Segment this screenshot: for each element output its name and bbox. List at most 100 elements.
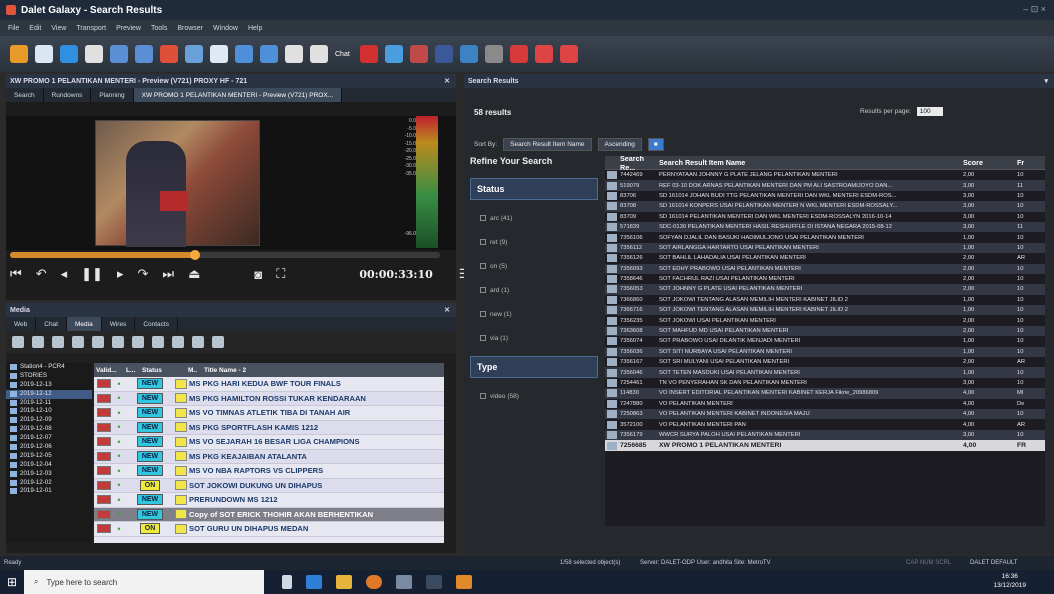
result-row[interactable]: 83706 SD 161014 JOHAN BUDI TTG PELANTIKAN… [605, 191, 1045, 201]
menu-item-file[interactable]: File [8, 25, 19, 32]
preview-tab[interactable]: Search [6, 88, 44, 102]
result-row[interactable]: 7356126 SOT BAHLIL LAHADALIA USAI PELANTI… [605, 253, 1045, 263]
detail-view-icon[interactable] [32, 336, 44, 348]
toolbar-button-icon[interactable] [160, 45, 178, 63]
tree-item[interactable]: 2019-12-02 [6, 479, 92, 488]
toolbar-button-icon[interactable] [135, 45, 153, 63]
media-grid-row[interactable]: • ON SOT JOKOWI DUKUNG UN DIHAPUS [94, 478, 444, 493]
media-grid-column-header[interactable]: L... [124, 367, 140, 374]
media-tab-wires[interactable]: Wires [102, 317, 136, 331]
menu-item-browser[interactable]: Browser [177, 25, 203, 32]
dropdown-icon[interactable]: ▾ [1044, 77, 1048, 85]
toolbar-button-icon[interactable] [285, 45, 303, 63]
result-row[interactable]: 83709 SD 161014 PELANTIKAN MENTERI DAN WK… [605, 212, 1045, 222]
facet-option[interactable]: ret (9) [470, 230, 598, 254]
tree-item[interactable]: Station4 - PCR4 [6, 363, 92, 372]
toolbar-button-icon[interactable] [434, 45, 453, 63]
dalet-taskbar-icon[interactable] [456, 575, 472, 589]
result-row[interactable]: 7247880 VO PELANTIKAN MENTERI 4,00 De [605, 399, 1045, 409]
system-clock[interactable]: 16:36 13/12/2019 [993, 572, 1026, 590]
record-icon[interactable] [112, 336, 124, 348]
menu-item-transport[interactable]: Transport [76, 25, 106, 32]
facet-option[interactable]: new (1) [470, 302, 598, 326]
checkbox-icon[interactable] [480, 311, 486, 317]
tree-item[interactable]: 2019-12-06 [6, 443, 92, 452]
result-row[interactable]: 7356235 SOT JOKOWI USAI PELANTIKAN MENTER… [605, 315, 1045, 325]
menu-item-window[interactable]: Window [213, 25, 238, 32]
checkbox-icon[interactable] [480, 263, 486, 269]
menu-item-preview[interactable]: Preview [116, 25, 141, 32]
tree-item[interactable]: 2019-12-12 [6, 389, 92, 399]
search-results-tab[interactable]: Search Results ▾ [464, 74, 1054, 88]
result-row[interactable]: 114830 VO INSERT EDITORIAL PELANTIKAN MEN… [605, 388, 1045, 399]
go-to-start-icon[interactable]: ⏮ [10, 266, 22, 282]
facet-option[interactable]: via (1) [470, 326, 598, 350]
toolbar-button-icon[interactable] [459, 45, 478, 63]
preview-tab[interactable]: XW PROMO 1 PELANTIKAN MENTERI - Preview … [133, 88, 343, 102]
facet-option[interactable]: ard (1) [470, 278, 598, 302]
results-column-header[interactable]: Fr [1015, 158, 1041, 167]
result-row[interactable]: 7366860 SOT JOKOWI TENTANG ALASAN MEMILIH… [605, 295, 1045, 305]
tree-item[interactable]: 2019-12-07 [6, 434, 92, 443]
toolbar-button-icon[interactable] [384, 45, 403, 63]
toolbar-button-icon[interactable] [110, 45, 128, 63]
tree-item[interactable]: STORIES [6, 372, 92, 381]
import-icon[interactable] [192, 336, 204, 348]
export-icon[interactable] [172, 336, 184, 348]
media-tab-chat[interactable]: Chat [36, 317, 67, 331]
edge-icon[interactable] [306, 575, 322, 589]
fullscreen-icon[interactable]: ⛶ [276, 266, 285, 282]
tree-item[interactable]: 2019-12-03 [6, 470, 92, 479]
toolbar-button-icon[interactable] [509, 45, 528, 63]
step-back-icon[interactable]: ↶ [36, 266, 47, 282]
toolbar-button-icon[interactable] [10, 45, 28, 63]
media-tab-web[interactable]: Web [6, 317, 37, 331]
toolbar-button-icon[interactable] [409, 45, 428, 63]
tree-item[interactable]: 2019-12-08 [6, 425, 92, 434]
toolbar-button-icon[interactable] [359, 45, 378, 63]
toolbar-button-icon[interactable] [559, 45, 578, 63]
toolbar-chat-label[interactable]: Chat [335, 51, 350, 58]
facet-option[interactable]: video (58) [470, 384, 598, 408]
media-grid-row[interactable]: • NEW MS PKG HARI KEDUA BWF TOUR FINALS [94, 377, 444, 392]
result-row[interactable]: 7356106 SOFYAN DJALIL DAN BASUKI HADIMULJ… [605, 232, 1045, 242]
results-column-header[interactable]: Search Result Item Name [659, 158, 959, 167]
file-explorer-icon[interactable] [336, 575, 352, 589]
checkbox-icon[interactable] [480, 335, 486, 341]
tree-item[interactable]: 2019-12-13 [6, 381, 92, 390]
media-tab-media[interactable]: Media [66, 317, 102, 331]
result-row[interactable]: 7356112 SOT AIRLANGGA HARTARTO USAI PELAN… [605, 242, 1045, 254]
taskbar-search[interactable]: ⌕ Type here to search [24, 570, 264, 594]
task-view-icon[interactable] [282, 575, 292, 589]
result-row[interactable]: 7250863 VO PELANTIKAN MENTERI KABINET IND… [605, 408, 1045, 420]
firefox-icon[interactable] [366, 575, 382, 589]
grid-view-icon[interactable] [52, 336, 64, 348]
toolbar-button-icon[interactable] [235, 45, 253, 63]
media-grid-column-header[interactable]: M.. [186, 367, 202, 374]
checkbox-icon[interactable] [480, 239, 486, 245]
media-grid-row[interactable]: • NEW MS PKG SPORTFLASH KAMIS 1212 [94, 420, 444, 435]
result-row[interactable]: 7356053 SOT JOHNNY G PLATE USAI PELANTIKA… [605, 284, 1045, 295]
menu-item-edit[interactable]: Edit [29, 25, 41, 32]
result-row[interactable]: 7358646 SOT FACHRUL RAZI USAI PELANTIKAN … [605, 274, 1045, 284]
media-grid-row[interactable]: • NEW MS PKG HAMILTON ROSSI TUKAR KENDARAA… [94, 391, 444, 406]
checkbox-icon[interactable] [480, 393, 486, 399]
result-row[interactable]: 7356167 SOT SRI MULYANI USAI PELANTIKAN M… [605, 357, 1045, 367]
frame-forward-icon[interactable]: ▸ [117, 266, 124, 282]
menu-item-view[interactable]: View [51, 25, 66, 32]
media-grid-column-header[interactable]: Status [140, 367, 186, 374]
media-grid-row[interactable]: • NEW MS VO SEJARAH 16 BESAR LIGA CHAMPION… [94, 435, 444, 450]
frame-back-icon[interactable]: ◂ [61, 266, 68, 282]
snapshot-icon[interactable]: ◙ [254, 267, 262, 282]
eject-icon[interactable]: ⏏ [188, 266, 200, 282]
tree-item[interactable]: 2019-12-05 [6, 452, 92, 461]
result-row[interactable]: 7363608 SOT MAHFUD MD USAI PELANTIKAN MEN… [605, 325, 1045, 337]
result-row[interactable]: 7356093 SOT EDHY PRABOWO USAI PELANTIKAN … [605, 263, 1045, 274]
toolbar-button-icon[interactable] [260, 45, 278, 63]
scrub-bar[interactable] [10, 250, 440, 260]
sort-field-select[interactable]: Search Result Item Name [503, 138, 592, 151]
media-grid-row[interactable]: • NEW Copy of SOT ERICK THOHIR AKAN BERHEN… [94, 507, 444, 522]
result-row[interactable]: 7366716 SOT JOKOWI TENTANG ALASAN MEMILIH… [605, 305, 1045, 316]
results-column-header[interactable]: Search Re... [619, 156, 659, 172]
result-row[interactable]: 3572100 VO PELANTIKAN MENTERI PAN 4,00 AR [605, 419, 1045, 429]
